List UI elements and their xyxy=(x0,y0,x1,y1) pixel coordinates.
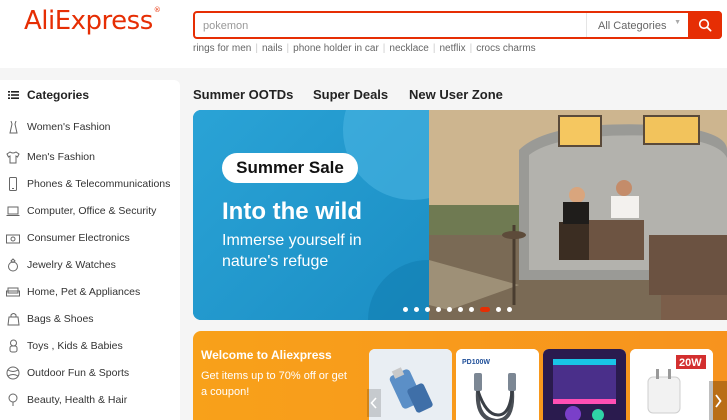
sofa-icon xyxy=(6,285,20,299)
categories-sidebar: Categories Women's Fashion Men's Fashion… xyxy=(0,80,180,420)
summer-sale-badge: Summer Sale xyxy=(222,153,358,183)
decorative-circle xyxy=(343,110,429,200)
banner-subline: Immerse yourself in nature's refuge xyxy=(222,232,362,270)
sidebar-item-label: Computer, Office & Security xyxy=(27,205,157,217)
welcome-subtitle: Get items up to 70% off or get a coupon! xyxy=(201,370,347,398)
carousel-dot[interactable] xyxy=(403,306,408,312)
sidebar-item-electronics[interactable]: Consumer Electronics xyxy=(6,228,130,248)
shirt-icon xyxy=(6,150,20,164)
chevron-right-icon xyxy=(715,393,722,408)
welcome-title: Welcome to Aliexpress xyxy=(201,348,332,362)
divider: | xyxy=(382,43,386,54)
sidebar-item-home[interactable]: Home, Pet & Appliances xyxy=(6,282,140,302)
sidebar-item-label: Beauty, Health & Hair xyxy=(27,394,128,406)
sidebar-item-label: Jewelry & Watches xyxy=(27,259,116,271)
product-card[interactable]: PD100W xyxy=(456,349,539,420)
carousel-dot[interactable] xyxy=(425,306,430,312)
toy-icon xyxy=(6,339,20,353)
hero-banner[interactable]: Summer Sale Into the wild Immerse yourse… xyxy=(193,110,727,320)
category-select[interactable]: All Categories ▼ xyxy=(586,13,691,37)
chevron-left-icon xyxy=(370,397,377,409)
hot-word-link[interactable]: nails xyxy=(262,43,283,54)
sidebar-item-label: Home, Pet & Appliances xyxy=(27,286,141,298)
product-card[interactable] xyxy=(369,349,452,420)
search-icon xyxy=(698,18,712,32)
divider: | xyxy=(255,43,258,54)
logo-text: AliExpress xyxy=(24,6,153,36)
charger-image: 20W xyxy=(630,349,713,420)
carousel-dot[interactable] xyxy=(458,306,463,312)
sidebar-item-label: Outdoor Fun & Sports xyxy=(27,367,130,379)
hot-word-link[interactable]: crocs charms xyxy=(476,43,535,54)
sidebar-item-label: Phones & Telecommunications xyxy=(27,178,171,190)
search-input[interactable] xyxy=(203,16,583,36)
sidebar-item-label: Women's Fashion xyxy=(27,121,111,133)
led-strip-image xyxy=(543,349,626,420)
aliexpress-logo[interactable]: AliExpress® xyxy=(24,6,161,36)
bag-icon xyxy=(6,312,20,326)
carousel-dots xyxy=(403,306,518,312)
chevron-down-icon: ▼ xyxy=(674,19,681,26)
carousel-dot[interactable] xyxy=(496,306,501,312)
header: AliExpress® All Categories ▼ rings for m… xyxy=(0,0,727,68)
sidebar-item-label: Men's Fashion xyxy=(27,151,95,163)
carousel-dot[interactable] xyxy=(447,306,452,312)
laptop-icon xyxy=(6,204,20,218)
carousel-dot[interactable] xyxy=(469,306,474,312)
carousel-dot[interactable] xyxy=(507,306,512,312)
usb-adapter-image xyxy=(369,349,452,420)
hot-word-link[interactable]: necklace xyxy=(389,43,428,54)
divider: | xyxy=(469,43,473,54)
svg-text:PD100W: PD100W xyxy=(462,359,490,366)
sidebar-item-label: Consumer Electronics xyxy=(27,232,130,244)
category-select-label: All Categories xyxy=(598,20,667,32)
hot-word-link[interactable]: rings for men xyxy=(193,43,251,54)
sidebar-item-beauty[interactable]: Beauty, Health & Hair xyxy=(6,390,127,410)
tab-summer-ootds[interactable]: Summer OOTDs xyxy=(193,87,293,102)
divider: | xyxy=(432,43,436,54)
hot-search-words: rings for men | nails | phone holder in car |… xyxy=(193,43,540,54)
ball-icon xyxy=(6,366,20,380)
hot-word-link[interactable]: phone holder in car xyxy=(293,43,379,54)
list-icon xyxy=(8,91,19,99)
phone-icon xyxy=(6,177,20,191)
ring-icon xyxy=(6,258,20,272)
hot-word-link[interactable]: netflix xyxy=(439,43,465,54)
camera-icon xyxy=(6,231,20,245)
banner-photo xyxy=(429,110,727,320)
sidebar-item-label: Toys , Kids & Babies xyxy=(27,340,123,352)
carousel-dot[interactable] xyxy=(436,306,441,312)
dress-icon xyxy=(6,120,20,134)
carousel-dot[interactable] xyxy=(414,306,419,312)
banner-promo-panel: Summer Sale Into the wild Immerse yourse… xyxy=(193,110,429,320)
sidebar-item-bags[interactable]: Bags & Shoes xyxy=(6,309,94,329)
welcome-section: Welcome to Aliexpress Get items up to 70… xyxy=(193,331,727,420)
sidebar-item-womens-fashion[interactable]: Women's Fashion xyxy=(6,117,111,137)
carousel-dot-active[interactable] xyxy=(480,306,490,312)
product-card[interactable]: 20W xyxy=(630,349,713,420)
svg-text:20W: 20W xyxy=(679,357,702,369)
sidebar-item-mens-fashion[interactable]: Men's Fashion xyxy=(6,147,95,167)
camping-scene-image xyxy=(429,110,727,320)
divider: | xyxy=(286,43,290,54)
sidebar-item-toys[interactable]: Toys , Kids & Babies xyxy=(6,336,123,356)
categories-heading[interactable]: Categories xyxy=(8,88,89,102)
sidebar-item-phones[interactable]: Phones & Telecommunications xyxy=(6,174,170,194)
banner-headline: Into the wild xyxy=(222,198,362,225)
search-bar: All Categories ▼ xyxy=(193,11,722,39)
sidebar-item-computer[interactable]: Computer, Office & Security xyxy=(6,201,156,221)
carousel-next-button[interactable] xyxy=(709,381,727,420)
product-card[interactable] xyxy=(543,349,626,420)
usb-c-cable-image: PD100W xyxy=(456,349,539,420)
carousel-prev-button[interactable] xyxy=(367,389,381,417)
sidebar-item-label: Bags & Shoes xyxy=(27,313,94,325)
sidebar-item-jewelry[interactable]: Jewelry & Watches xyxy=(6,255,116,275)
tab-super-deals[interactable]: Super Deals xyxy=(313,87,388,102)
beauty-icon xyxy=(6,393,20,407)
tab-new-user-zone[interactable]: New User Zone xyxy=(409,87,503,102)
logo-trademark: ® xyxy=(153,6,161,14)
sidebar-item-outdoor[interactable]: Outdoor Fun & Sports xyxy=(6,363,129,383)
categories-title: Categories xyxy=(27,88,90,102)
search-button[interactable] xyxy=(688,11,722,39)
